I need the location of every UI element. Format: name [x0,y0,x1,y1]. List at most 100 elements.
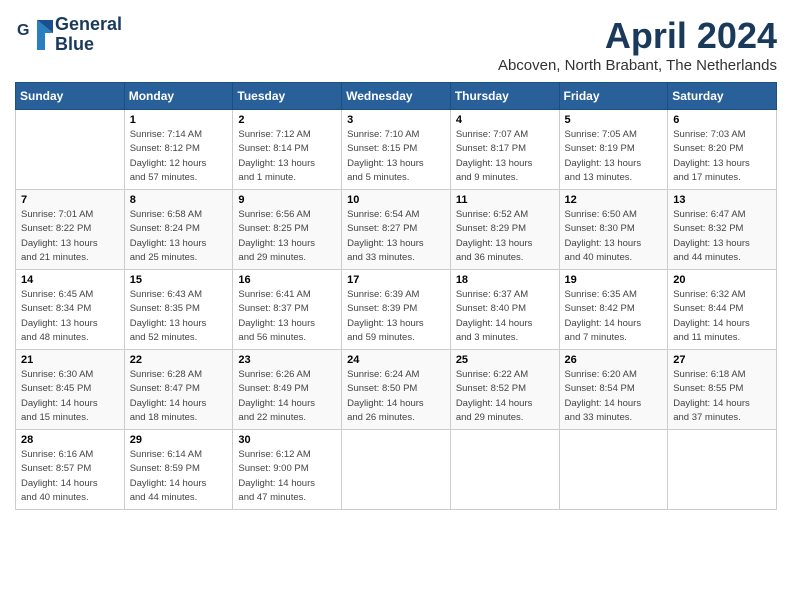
calendar-day-cell: 16Sunrise: 6:41 AMSunset: 8:37 PMDayligh… [233,270,342,350]
day-number: 9 [238,194,336,206]
logo-line2: Blue [55,35,122,55]
calendar-day-cell: 8 Sunrise: 6:58 AMSunset: 8:24 PMDaylight… [124,190,233,270]
calendar-week-row: 7 Sunrise: 7:01 AMSunset: 8:22 PMDaylight… [16,190,777,270]
day-number: 30 [238,434,336,446]
calendar-day-cell: 28Sunrise: 6:16 AMSunset: 8:57 PMDayligh… [16,430,125,510]
day-number: 27 [673,354,771,366]
day-info: Sunrise: 6:24 AMSunset: 8:50 PMDaylight:… [347,368,445,425]
day-number: 10 [347,194,445,206]
calendar-day-cell: 23 Sunrise: 6:26 AMSunset: 8:49 PMDayligh… [233,350,342,430]
calendar-day-cell: 21 Sunrise: 6:30 AMSunset: 8:45 PMDayligh… [16,350,125,430]
weekday-header: Monday [124,83,233,110]
day-info: Sunrise: 6:12 AMSunset: 9:00 PMDaylight:… [238,448,336,505]
calendar-header-row: SundayMondayTuesdayWednesdayThursdayFrid… [16,83,777,110]
day-info: Sunrise: 6:20 AMSunset: 8:54 PMDaylight:… [565,368,663,425]
day-number: 25 [456,354,554,366]
day-number: 3 [347,114,445,126]
calendar-day-cell [668,430,777,510]
calendar-day-cell: 3 Sunrise: 7:10 AMSunset: 8:15 PMDaylight… [342,110,451,190]
logo: G General Blue [15,15,122,55]
calendar-day-cell: 24 Sunrise: 6:24 AMSunset: 8:50 PMDayligh… [342,350,451,430]
day-info: Sunrise: 6:50 AMSunset: 8:30 PMDaylight:… [565,208,663,265]
day-number: 14 [21,274,119,286]
day-number: 19 [565,274,663,286]
calendar-day-cell [16,110,125,190]
weekday-header: Friday [559,83,668,110]
day-info: Sunrise: 7:10 AMSunset: 8:15 PMDaylight:… [347,128,445,185]
weekday-header: Tuesday [233,83,342,110]
day-info: Sunrise: 6:35 AMSunset: 8:42 PMDaylight:… [565,288,663,345]
day-number: 12 [565,194,663,206]
day-info: Sunrise: 6:30 AMSunset: 8:45 PMDaylight:… [21,368,119,425]
calendar-day-cell: 19 Sunrise: 6:35 AMSunset: 8:42 PMDayligh… [559,270,668,350]
calendar-week-row: 1 Sunrise: 7:14 AMSunset: 8:12 PMDaylight… [16,110,777,190]
calendar-table: SundayMondayTuesdayWednesdayThursdayFrid… [15,82,777,510]
location-title: Abcoven, North Brabant, The Netherlands [498,57,777,74]
day-number: 13 [673,194,771,206]
day-info: Sunrise: 6:54 AMSunset: 8:27 PMDaylight:… [347,208,445,265]
day-info: Sunrise: 6:26 AMSunset: 8:49 PMDaylight:… [238,368,336,425]
calendar-day-cell: 9 Sunrise: 6:56 AMSunset: 8:25 PMDaylight… [233,190,342,270]
calendar-day-cell [342,430,451,510]
day-info: Sunrise: 7:01 AMSunset: 8:22 PMDaylight:… [21,208,119,265]
calendar-day-cell: 15 Sunrise: 6:43 AMSunset: 8:35 PMDayligh… [124,270,233,350]
calendar-day-cell: 2 Sunrise: 7:12 AMSunset: 8:14 PMDaylight… [233,110,342,190]
day-info: Sunrise: 7:03 AMSunset: 8:20 PMDaylight:… [673,128,771,185]
day-info: Sunrise: 6:39 AMSunset: 8:39 PMDaylight:… [347,288,445,345]
calendar-day-cell: 7 Sunrise: 7:01 AMSunset: 8:22 PMDaylight… [16,190,125,270]
day-number: 11 [456,194,554,206]
calendar-day-cell [450,430,559,510]
day-info: Sunrise: 7:05 AMSunset: 8:19 PMDaylight:… [565,128,663,185]
day-number: 1 [130,114,228,126]
day-info: Sunrise: 7:14 AMSunset: 8:12 PMDaylight:… [130,128,228,185]
day-number: 4 [456,114,554,126]
weekday-header: Sunday [16,83,125,110]
day-number: 15 [130,274,228,286]
day-number: 8 [130,194,228,206]
calendar-week-row: 28Sunrise: 6:16 AMSunset: 8:57 PMDayligh… [16,430,777,510]
calendar-day-cell: 20Sunrise: 6:32 AMSunset: 8:44 PMDayligh… [668,270,777,350]
page-header: G General Blue April 2024 Abcoven, North… [15,15,777,74]
day-number: 20 [673,274,771,286]
day-number: 26 [565,354,663,366]
weekday-header: Saturday [668,83,777,110]
month-title: April 2024 [498,15,777,57]
logo-icon: G [15,15,55,55]
day-info: Sunrise: 6:37 AMSunset: 8:40 PMDaylight:… [456,288,554,345]
calendar-day-cell: 30 Sunrise: 6:12 AMSunset: 9:00 PMDayligh… [233,430,342,510]
calendar-day-cell: 14 Sunrise: 6:45 AMSunset: 8:34 PMDayligh… [16,270,125,350]
calendar-day-cell: 29Sunrise: 6:14 AMSunset: 8:59 PMDayligh… [124,430,233,510]
calendar-day-cell: 27Sunrise: 6:18 AMSunset: 8:55 PMDayligh… [668,350,777,430]
day-number: 2 [238,114,336,126]
calendar-day-cell: 5 Sunrise: 7:05 AMSunset: 8:19 PMDaylight… [559,110,668,190]
calendar-day-cell [559,430,668,510]
calendar-day-cell: 13Sunrise: 6:47 AMSunset: 8:32 PMDayligh… [668,190,777,270]
logo-line1: General [55,15,122,35]
day-number: 7 [21,194,119,206]
calendar-week-row: 14 Sunrise: 6:45 AMSunset: 8:34 PMDayligh… [16,270,777,350]
calendar-day-cell: 4Sunrise: 7:07 AMSunset: 8:17 PMDaylight… [450,110,559,190]
day-info: Sunrise: 6:22 AMSunset: 8:52 PMDaylight:… [456,368,554,425]
calendar-day-cell: 22Sunrise: 6:28 AMSunset: 8:47 PMDayligh… [124,350,233,430]
day-number: 6 [673,114,771,126]
day-number: 5 [565,114,663,126]
day-info: Sunrise: 6:52 AMSunset: 8:29 PMDaylight:… [456,208,554,265]
day-info: Sunrise: 6:58 AMSunset: 8:24 PMDaylight:… [130,208,228,265]
title-area: April 2024 Abcoven, North Brabant, The N… [498,15,777,74]
day-info: Sunrise: 6:45 AMSunset: 8:34 PMDaylight:… [21,288,119,345]
calendar-body: 1 Sunrise: 7:14 AMSunset: 8:12 PMDaylight… [16,110,777,510]
day-info: Sunrise: 7:12 AMSunset: 8:14 PMDaylight:… [238,128,336,185]
day-number: 21 [21,354,119,366]
day-number: 24 [347,354,445,366]
day-number: 17 [347,274,445,286]
day-number: 28 [21,434,119,446]
calendar-day-cell: 12 Sunrise: 6:50 AMSunset: 8:30 PMDayligh… [559,190,668,270]
day-info: Sunrise: 6:14 AMSunset: 8:59 PMDaylight:… [130,448,228,505]
calendar-day-cell: 25 Sunrise: 6:22 AMSunset: 8:52 PMDayligh… [450,350,559,430]
calendar-day-cell: 18Sunrise: 6:37 AMSunset: 8:40 PMDayligh… [450,270,559,350]
day-info: Sunrise: 6:43 AMSunset: 8:35 PMDaylight:… [130,288,228,345]
day-number: 23 [238,354,336,366]
logo-text: General Blue [55,15,122,55]
day-info: Sunrise: 6:56 AMSunset: 8:25 PMDaylight:… [238,208,336,265]
calendar-day-cell: 6 Sunrise: 7:03 AMSunset: 8:20 PMDaylight… [668,110,777,190]
